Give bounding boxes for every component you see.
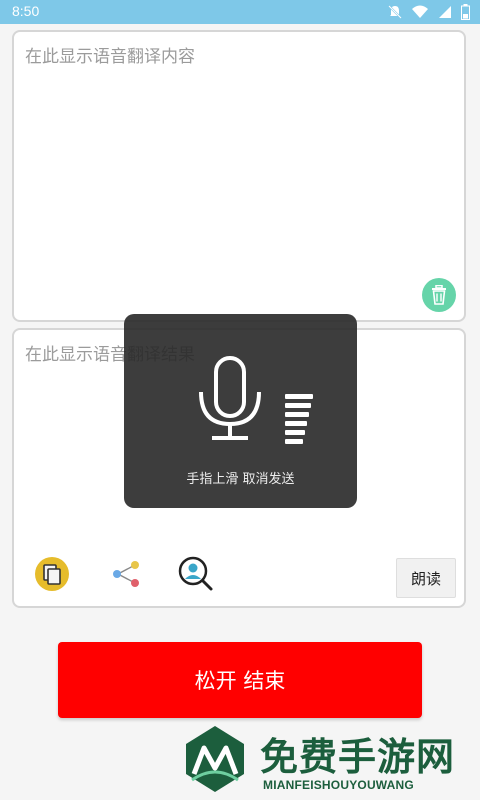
copy-icon[interactable] bbox=[32, 554, 72, 594]
source-placeholder: 在此显示语音翻译内容 bbox=[25, 47, 195, 67]
share-icon[interactable] bbox=[106, 554, 146, 594]
watermark-title: 免费手游网 bbox=[260, 735, 456, 779]
volume-level-indicator bbox=[285, 394, 313, 444]
status-icons bbox=[387, 4, 470, 20]
wifi-icon bbox=[412, 5, 428, 18]
read-aloud-button[interactable]: 朗读 bbox=[396, 558, 456, 598]
release-to-end-button[interactable]: 松开 结束 bbox=[58, 642, 422, 718]
watermark: 免费手游网 MIANFEISHOUYOUWANG bbox=[182, 724, 472, 800]
watermark-logo-icon bbox=[186, 726, 244, 792]
trash-icon[interactable] bbox=[422, 278, 456, 312]
battery-icon bbox=[461, 4, 470, 20]
status-time: 8:50 bbox=[12, 3, 40, 19]
notifications-off-icon bbox=[388, 5, 402, 19]
search-person-icon[interactable] bbox=[176, 554, 216, 594]
watermark-subtitle: MIANFEISHOUYOUWANG bbox=[263, 778, 414, 792]
recording-overlay: 手指上滑 取消发送 bbox=[124, 314, 357, 508]
cancel-hint: 手指上滑 取消发送 bbox=[186, 472, 295, 487]
signal-icon bbox=[439, 6, 451, 18]
source-text-panel[interactable]: 在此显示语音翻译内容 bbox=[12, 30, 466, 322]
microphone-icon bbox=[199, 356, 261, 440]
status-bar: 8:50 bbox=[0, 0, 480, 24]
